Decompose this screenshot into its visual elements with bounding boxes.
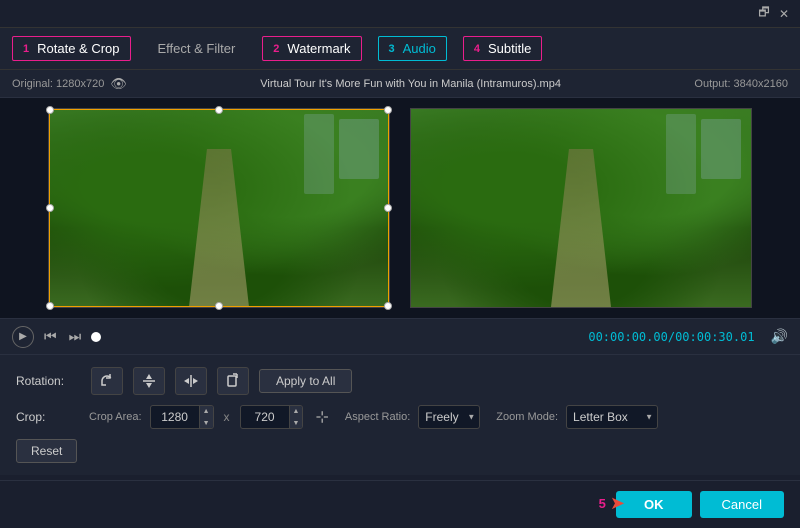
x-separator: x — [222, 410, 232, 424]
handle-mid-right[interactable] — [384, 204, 392, 212]
filename-label: Virtual Tour It's More Fun with You in M… — [127, 78, 695, 90]
tabs-bar: 1 Rotate & Crop Effect & Filter 2 Waterm… — [0, 28, 800, 70]
zoom-mode-select[interactable]: Letter Box Pan & Scan Full — [566, 405, 658, 429]
progress-dot[interactable] — [91, 332, 101, 342]
handle-mid-left[interactable] — [46, 204, 54, 212]
tab-subtitle[interactable]: 4 Subtitle — [463, 36, 543, 61]
output-resolution: Output: 3840x2160 — [694, 78, 788, 90]
step5-badge: 5 — [599, 496, 606, 511]
tab-badge-4: 4 — [474, 43, 480, 55]
height-up-button[interactable]: ▲ — [289, 405, 303, 417]
controls-area: Rotation: — [0, 354, 800, 475]
play-button[interactable]: ▶ — [12, 326, 34, 348]
cancel-button[interactable]: Cancel — [700, 491, 784, 518]
aspect-ratio-select[interactable]: Freely 16:9 4:3 1:1 — [418, 405, 480, 429]
height-input-group: ▲ ▼ — [240, 405, 304, 429]
original-resolution: Original: 1280x720 — [12, 78, 104, 90]
tab-label-rotate-crop: Rotate & Crop — [37, 41, 119, 56]
zoom-mode-select-wrap: Letter Box Pan & Scan Full — [566, 405, 658, 429]
handle-top-mid[interactable] — [215, 106, 223, 114]
tab-rotate-crop[interactable]: 1 Rotate & Crop — [12, 36, 131, 61]
width-up-button[interactable]: ▲ — [199, 405, 213, 417]
tab-label-watermark: Watermark — [287, 41, 350, 56]
close-button[interactable]: ✕ — [776, 6, 792, 22]
time-current: 00:00:00.00 — [588, 330, 667, 344]
aspect-ratio-label: Aspect Ratio: — [345, 411, 410, 423]
height-down-button[interactable]: ▼ — [289, 417, 303, 429]
apply-to-all-button[interactable]: Apply to All — [259, 369, 352, 393]
volume-icon[interactable]: 🔊 — [771, 328, 788, 345]
time-total: 00:00:30.01 — [675, 330, 754, 344]
handle-bottom-right[interactable] — [384, 302, 392, 310]
crop-row: Crop: Crop Area: ▲ ▼ x ▲ ▼ ⊹ Aspect Rati… — [16, 405, 784, 429]
video-preview-right — [410, 108, 752, 308]
ok-button[interactable]: OK — [616, 491, 692, 518]
preview-area — [0, 98, 800, 318]
restore-button[interactable]: 🗗 — [756, 6, 772, 22]
crop-overlay[interactable] — [49, 109, 389, 307]
skip-back-button[interactable]: ⏮ — [42, 326, 59, 347]
bottom-bar: 5 ➤ OK Cancel — [0, 480, 800, 528]
playback-bar: ▶ ⏮ ⏭ 00:00:00.00/00:00:30.01 🔊 — [0, 318, 800, 354]
step5-arrow: ➤ — [610, 493, 625, 514]
crop-area-label: Crop Area: — [89, 411, 142, 423]
eye-icon[interactable]: 👁 — [110, 76, 127, 92]
crop-label: Crop: — [16, 410, 81, 424]
tab-label-effect: Effect & Filter — [158, 41, 236, 56]
aspect-ratio-select-wrap: Freely 16:9 4:3 1:1 — [418, 405, 480, 429]
tab-effect-filter[interactable]: Effect & Filter — [147, 36, 247, 61]
reset-button[interactable]: Reset — [16, 439, 77, 463]
rotation-label: Rotation: — [16, 374, 81, 388]
flip-vertical-button[interactable] — [133, 367, 165, 395]
height-input[interactable] — [241, 410, 289, 424]
rotate-90-button[interactable] — [217, 367, 249, 395]
tab-audio[interactable]: 3 Audio — [378, 36, 447, 61]
flip-horizontal-button[interactable] — [175, 367, 207, 395]
handle-bottom-mid[interactable] — [215, 302, 223, 310]
title-bar: 🗗 ✕ — [0, 0, 800, 28]
video-preview-left — [48, 108, 390, 308]
zoom-mode-label: Zoom Mode: — [496, 411, 558, 423]
skip-forward-button[interactable]: ⏭ — [67, 326, 84, 347]
width-input-group: ▲ ▼ — [150, 405, 214, 429]
tab-label-audio: Audio — [403, 41, 436, 56]
info-bar: Original: 1280x720 👁 Virtual Tour It's M… — [0, 70, 800, 98]
rotation-row: Rotation: — [16, 367, 784, 395]
move-icon[interactable]: ⊹ — [315, 407, 328, 427]
width-input[interactable] — [151, 410, 199, 424]
time-display: 00:00:00.00/00:00:30.01 — [109, 330, 754, 344]
tab-watermark[interactable]: 2 Watermark — [262, 36, 361, 61]
handle-bottom-left[interactable] — [46, 302, 54, 310]
tab-badge-1: 1 — [23, 43, 29, 55]
rotate-left-button[interactable] — [91, 367, 123, 395]
tab-label-subtitle: Subtitle — [488, 41, 531, 56]
width-down-button[interactable]: ▼ — [199, 417, 213, 429]
step5-indicator: 5 ➤ — [599, 493, 625, 514]
tab-badge-3: 3 — [389, 43, 395, 55]
handle-top-right[interactable] — [384, 106, 392, 114]
tab-badge-2: 2 — [273, 43, 279, 55]
handle-top-left[interactable] — [46, 106, 54, 114]
